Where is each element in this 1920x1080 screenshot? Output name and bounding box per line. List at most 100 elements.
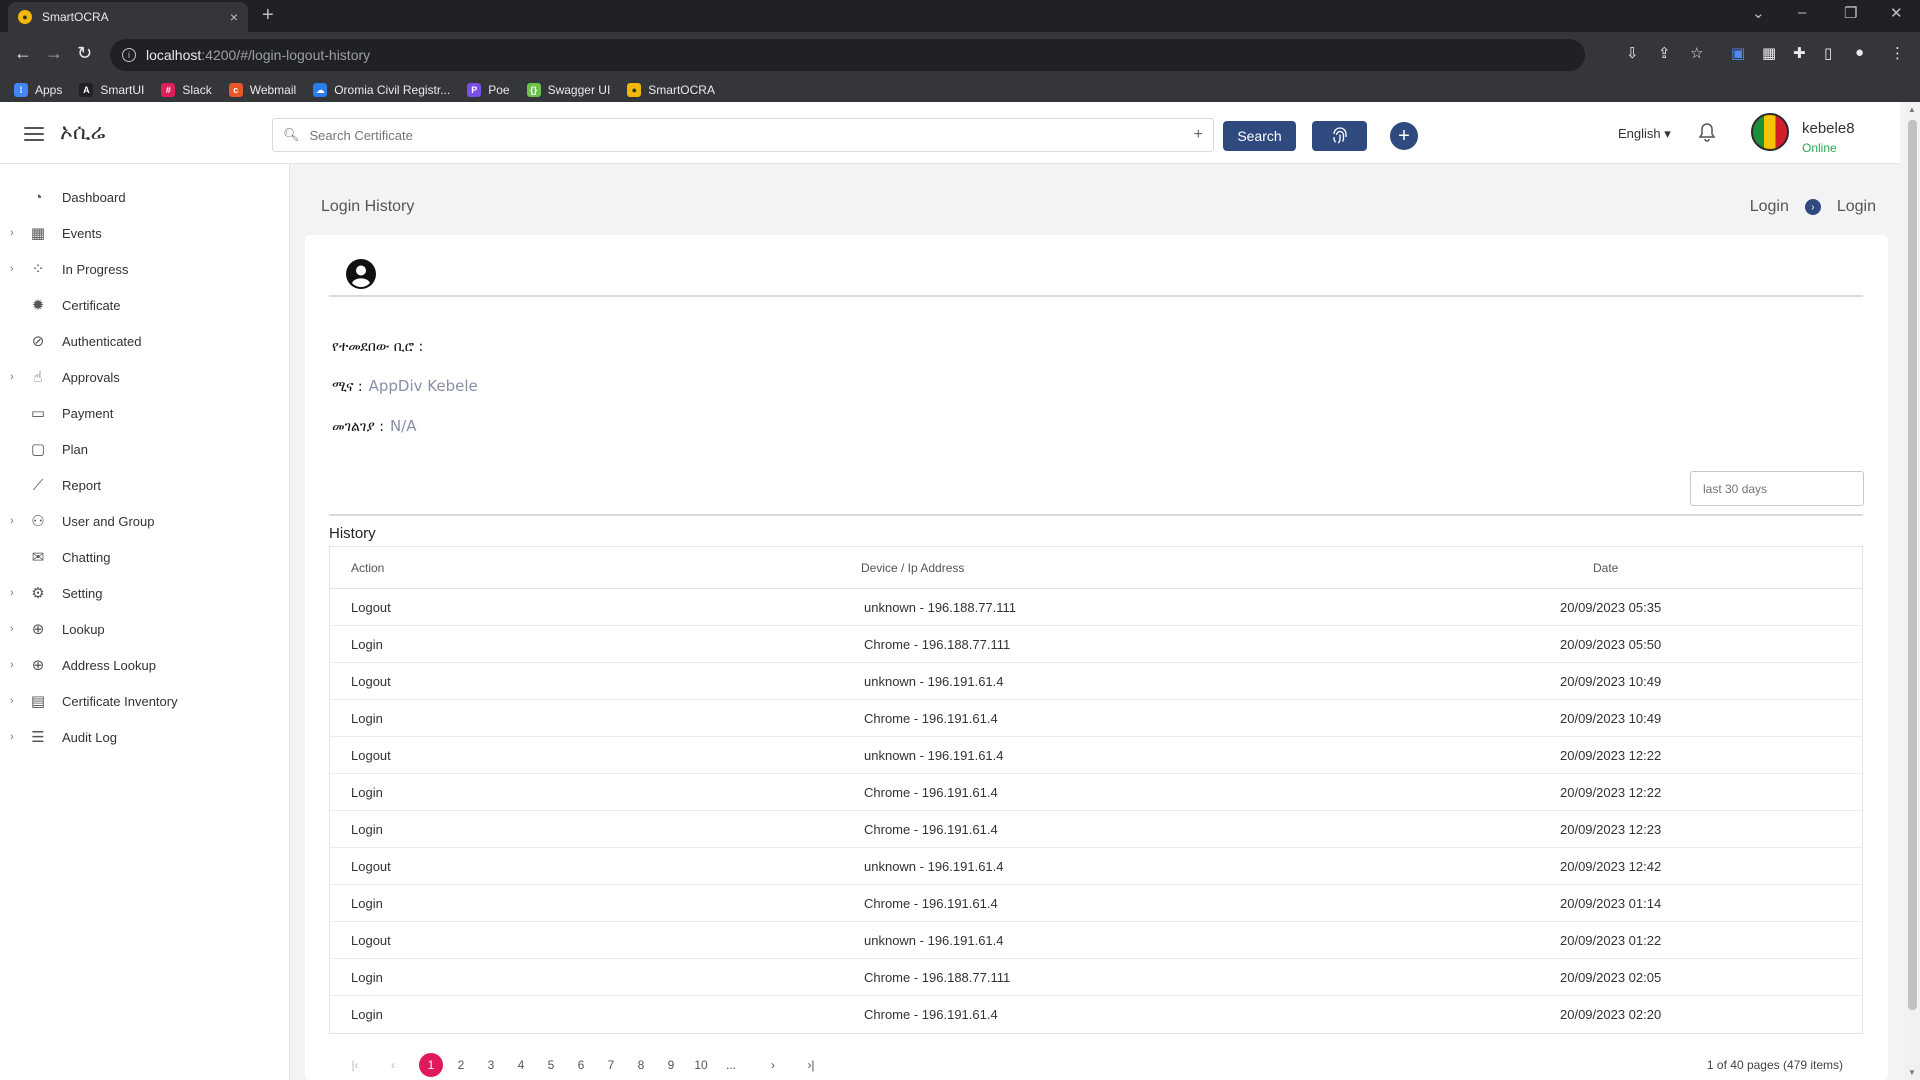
bookmark-smartocra[interactable]: ● SmartOCRA [627, 83, 715, 97]
new-tab-icon[interactable]: + [262, 4, 274, 27]
extension-image-icon[interactable]: ▦ [1762, 44, 1776, 62]
page-button[interactable]: 9 [659, 1053, 683, 1077]
sidebar-item-certificate-inventory[interactable]: › ▤ Certificate Inventory [0, 683, 290, 719]
url-host: localhost [146, 47, 202, 63]
sidebar-item-events[interactable]: › ▦ Events [0, 215, 290, 251]
address-bar-row: ← → ↻ i localhost:4200/#/login-logout-hi… [0, 32, 1920, 78]
pagination-info: 1 of 40 pages (479 items) [1706, 1058, 1843, 1072]
back-icon[interactable]: ← [14, 43, 32, 64]
extensions-puzzle-icon[interactable]: ✚ [1793, 44, 1806, 62]
sidebar-item-payment[interactable]: ▭ Payment [0, 395, 290, 431]
search-button[interactable]: Search [1223, 121, 1296, 151]
column-header-date[interactable]: Date [1593, 561, 1618, 575]
bookmark-star-icon[interactable]: ☆ [1690, 44, 1703, 62]
sidebar-item-certificate[interactable]: ✹ Certificate [0, 287, 290, 323]
cell-date: 20/09/2023 05:50 [1560, 637, 1662, 652]
divider [329, 514, 1863, 516]
sidebar-item-report[interactable]: ⟋ Report [0, 467, 290, 503]
page-button-active[interactable]: 1 [419, 1053, 443, 1077]
bookmark-webmail[interactable]: c Webmail [228, 83, 296, 97]
reload-icon[interactable]: ↻ [77, 43, 92, 64]
advanced-search-plus-icon[interactable]: + [1194, 126, 1203, 144]
window-close-icon[interactable]: ✕ [1890, 4, 1903, 22]
cell-device: unknown - 196.191.61.4 [864, 859, 1004, 874]
last-page-icon[interactable]: ›| [799, 1053, 823, 1077]
browser-menu-icon[interactable]: ⋮ [1890, 44, 1905, 62]
sidebar-item-plan[interactable]: ▢ Plan [0, 431, 290, 467]
side-panel-icon[interactable]: ▯ [1824, 44, 1832, 62]
user-avatar[interactable] [1751, 113, 1789, 151]
page-scrollbar[interactable]: ▲ ▼ [1905, 102, 1920, 1080]
sidebar-item-address-lookup[interactable]: › ⊕ Address Lookup [0, 647, 290, 683]
forward-icon[interactable]: → [45, 43, 63, 64]
page-button[interactable]: 7 [599, 1053, 623, 1077]
page-button[interactable]: 5 [539, 1053, 563, 1077]
profile-icon[interactable]: ● [1855, 44, 1864, 61]
fingerprint-button[interactable] [1312, 121, 1367, 151]
address-value: N/A [389, 417, 417, 435]
page-button[interactable]: 4 [509, 1053, 533, 1077]
notification-bell-icon[interactable] [1698, 122, 1716, 147]
sidebar-item-audit-log[interactable]: › ☰ Audit Log [0, 719, 290, 755]
share-icon[interactable]: ⇪ [1658, 44, 1671, 62]
url-bar[interactable]: i localhost:4200/#/login-logout-history [110, 39, 1585, 71]
cell-date: 20/09/2023 12:23 [1560, 822, 1662, 837]
site-info-icon[interactable]: i [122, 48, 136, 62]
bookmark-oromia[interactable]: ☁ Oromia Civil Registr... [313, 83, 450, 97]
page-button[interactable]: 3 [479, 1053, 503, 1077]
sidebar-item-chatting[interactable]: ✉ Chatting [0, 539, 290, 575]
cell-device: Chrome - 196.188.77.111 [864, 637, 1011, 652]
add-circle-button[interactable]: + [1390, 122, 1418, 150]
page-button[interactable]: 2 [449, 1053, 473, 1077]
tab-search-icon[interactable]: ⌄ [1752, 4, 1765, 22]
page-button[interactable]: 8 [629, 1053, 653, 1077]
calendar-plan-icon: ▢ [30, 441, 46, 458]
sidebar-item-authenticated[interactable]: ⊘ Authenticated [0, 323, 290, 359]
sidebar-item-user-and-group[interactable]: › ⚇ User and Group [0, 503, 290, 539]
restore-icon[interactable]: ❐ [1844, 4, 1857, 22]
install-icon[interactable]: ⇩ [1626, 44, 1639, 62]
cell-date: 20/09/2023 02:20 [1560, 1007, 1662, 1022]
extension-fi-icon[interactable]: ▣ [1731, 44, 1745, 62]
webmail-icon: c [228, 83, 243, 97]
chevron-right-icon: › [10, 659, 14, 671]
address-row: መገልገያ : N/A [332, 417, 417, 435]
scrollbar-thumb[interactable] [1908, 120, 1917, 1010]
breadcrumb-item[interactable]: Login [1750, 198, 1789, 216]
next-page-icon[interactable]: › [761, 1053, 785, 1077]
sidebar-item-setting[interactable]: › ⚙ Setting [0, 575, 290, 611]
scroll-down-icon[interactable]: ▼ [1908, 1068, 1916, 1077]
sidebar-item-approvals[interactable]: › ☝ Approvals [0, 359, 290, 395]
role-value: AppDiv Kebele [368, 377, 478, 395]
bookmark-apps[interactable]: ⁞ Apps [14, 83, 62, 97]
user-name[interactable]: kebele8 [1802, 120, 1855, 137]
close-tab-icon[interactable]: × [230, 9, 238, 25]
menu-toggle-icon[interactable] [24, 127, 44, 141]
page-button[interactable]: 10 [689, 1053, 713, 1077]
date-range-input[interactable] [1690, 471, 1864, 506]
cell-action: Login [351, 785, 383, 800]
language-selector[interactable]: English ▾ [1618, 126, 1671, 142]
smartocra-favicon-icon: ● [18, 10, 32, 24]
page-ellipsis[interactable]: ... [719, 1053, 743, 1077]
bookmark-slack[interactable]: # Slack [161, 83, 212, 97]
column-header-device[interactable]: Device / Ip Address [861, 561, 964, 575]
sidebar-item-in-progress[interactable]: › ⁘ In Progress [0, 251, 290, 287]
bookmark-swagger[interactable]: {} Swagger UI [526, 83, 610, 97]
bookmark-smartui[interactable]: A SmartUI [79, 83, 144, 97]
page-button[interactable]: 6 [569, 1053, 593, 1077]
previous-page-icon[interactable]: ‹ [381, 1053, 405, 1077]
chevron-right-icon: › [10, 371, 14, 383]
certificate-search-input[interactable] [309, 127, 1194, 143]
sidebar-item-dashboard[interactable]: ◔ Dashboard [0, 179, 290, 215]
bookmark-poe[interactable]: P Poe [467, 83, 510, 97]
cell-action: Login [351, 822, 383, 837]
column-header-action[interactable]: Action [351, 561, 384, 575]
browser-tab[interactable]: ● SmartOCRA × [8, 2, 248, 32]
slack-icon: # [161, 83, 176, 97]
minimize-icon[interactable]: – [1798, 4, 1806, 21]
table-row: Login Chrome - 196.188.77.111 20/09/2023 0… [330, 626, 1862, 663]
scroll-up-icon[interactable]: ▲ [1908, 105, 1916, 114]
sidebar-item-lookup[interactable]: › ⊕ Lookup [0, 611, 290, 647]
first-page-icon[interactable]: |‹ [343, 1053, 367, 1077]
